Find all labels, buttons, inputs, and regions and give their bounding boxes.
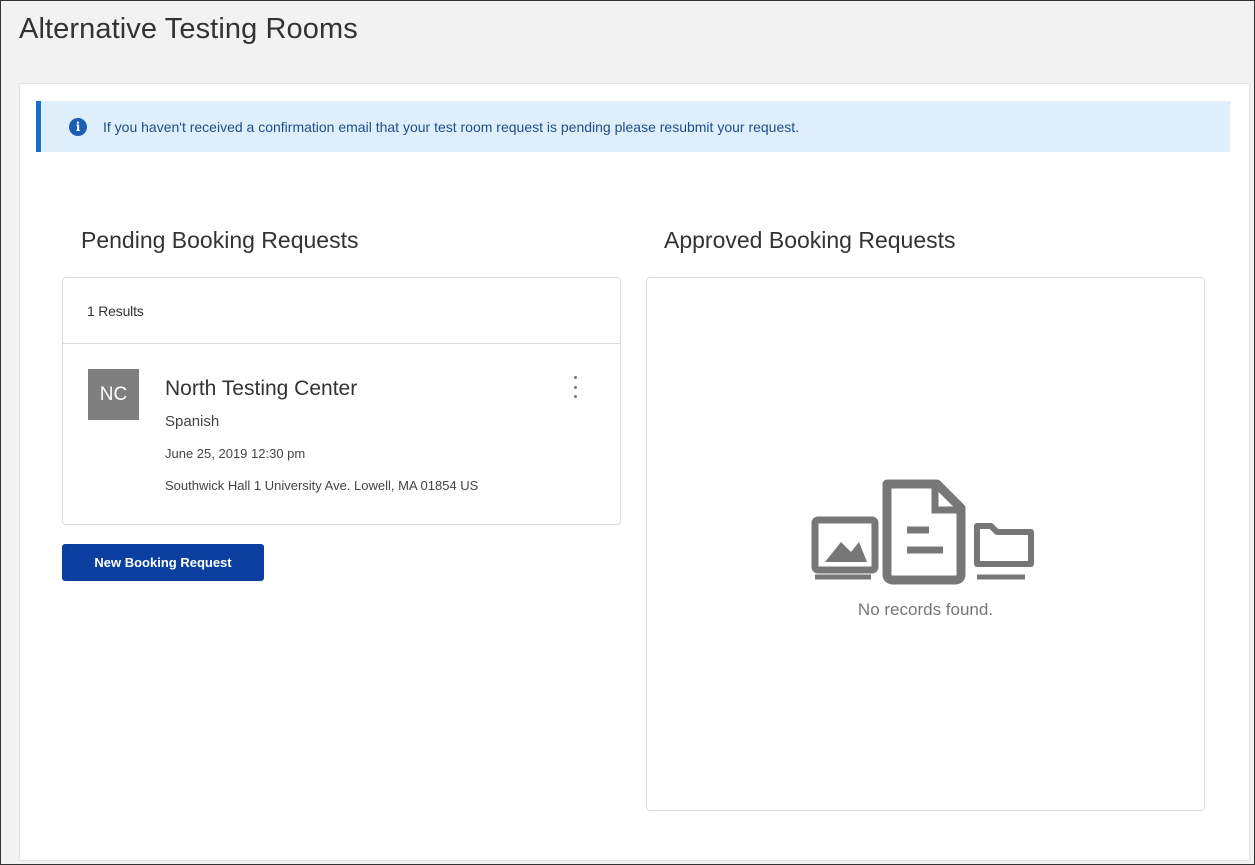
results-count: 1 Results <box>63 278 620 344</box>
info-alert: i If you haven't received a confirmation… <box>36 101 1230 152</box>
more-vertical-icon[interactable] <box>568 374 582 400</box>
item-name: North Testing Center <box>165 377 358 400</box>
empty-state-text: No records found. <box>857 600 994 619</box>
pending-results-panel: 1 Results NC North Testing Center Spanis… <box>62 277 621 525</box>
pending-section-title: Pending Booking Requests <box>81 227 359 253</box>
approved-section-title: Approved Booking Requests <box>664 227 956 253</box>
avatar: NC <box>88 369 139 420</box>
main-card: i If you haven't received a confirmation… <box>19 83 1250 861</box>
alert-text: If you haven't received a confirmation e… <box>103 118 800 135</box>
page-title: Alternative Testing Rooms <box>19 13 358 45</box>
approved-results-panel: No records found. <box>646 277 1205 811</box>
item-datetime: June 25, 2019 12:30 pm <box>165 446 306 461</box>
app-window: Alternative Testing Rooms i If you haven… <box>0 0 1255 865</box>
item-address: Southwick Hall 1 University Ave. Lowell,… <box>165 478 479 493</box>
list-item[interactable]: NC North Testing Center Spanish June 25,… <box>63 344 620 524</box>
item-language: Spanish <box>165 413 220 430</box>
info-icon: i <box>69 117 87 136</box>
empty-records-icon <box>811 479 1034 585</box>
new-booking-request-button[interactable]: New Booking Request <box>62 544 264 581</box>
